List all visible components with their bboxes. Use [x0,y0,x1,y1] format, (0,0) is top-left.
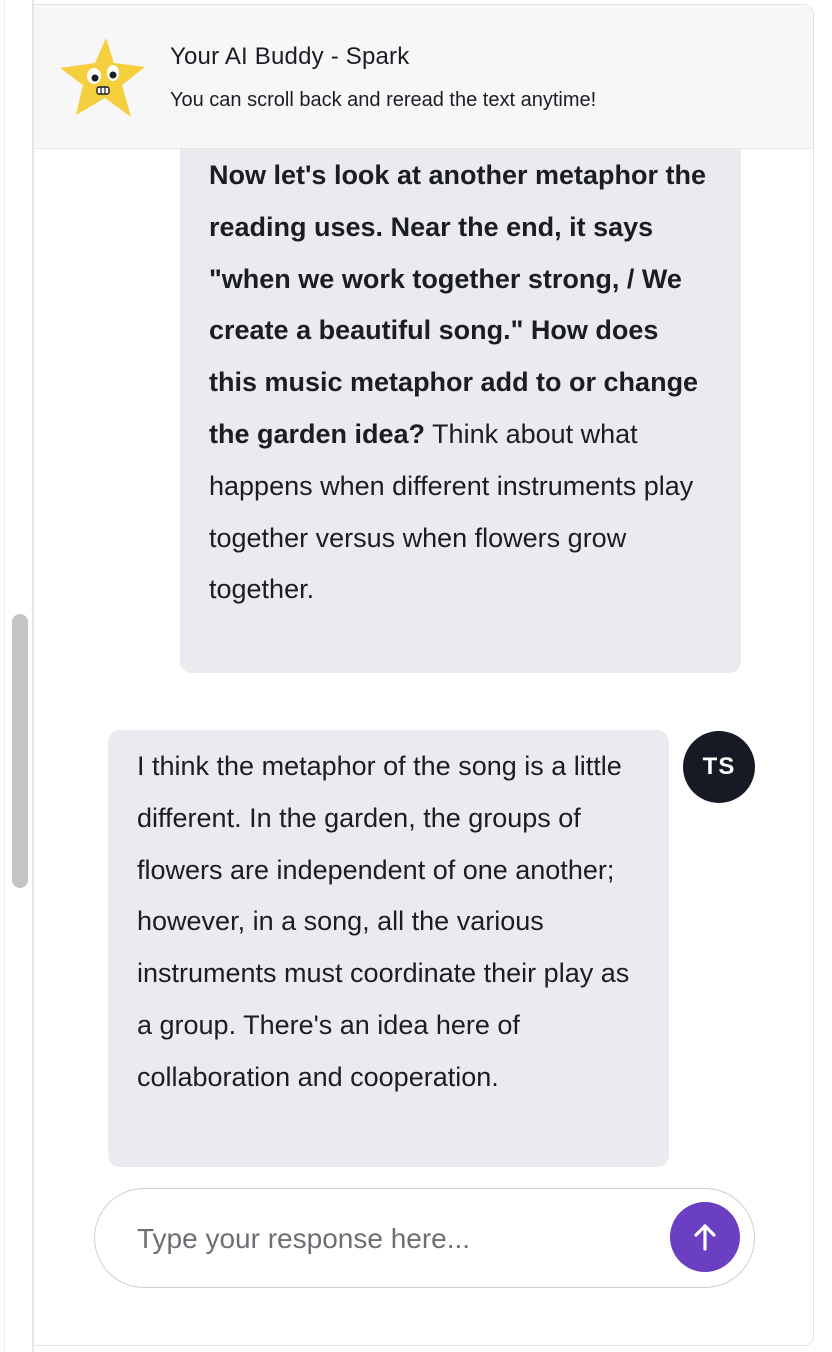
header-title: Your AI Buddy - Spark [170,43,410,70]
composer [94,1188,755,1288]
chat-header: Your AI Buddy - Spark You can scroll bac… [34,5,813,149]
star-mascot-icon [60,38,145,117]
page: Now let's look at another metaphor the r… [0,0,832,1352]
response-input[interactable] [135,1217,659,1261]
chat-panel: Now let's look at another metaphor the r… [34,4,814,1346]
arrow-up-icon [694,1224,716,1251]
scrollbar-thumb[interactable] [12,614,28,888]
user-message-text: I think the metaphor of the song is a li… [137,751,630,1092]
ai-message-question: Now let's look at another metaphor the r… [209,160,706,449]
send-button[interactable] [670,1202,740,1272]
user-avatar: TS [683,731,755,803]
user-message-bubble: I think the metaphor of the song is a li… [108,730,669,1167]
header-subtitle: You can scroll back and reread the text … [170,89,597,111]
ai-message-bubble: Now let's look at another metaphor the r… [180,115,741,673]
left-rail [0,0,34,1352]
message-list[interactable]: Now let's look at another metaphor the r… [34,5,813,1345]
